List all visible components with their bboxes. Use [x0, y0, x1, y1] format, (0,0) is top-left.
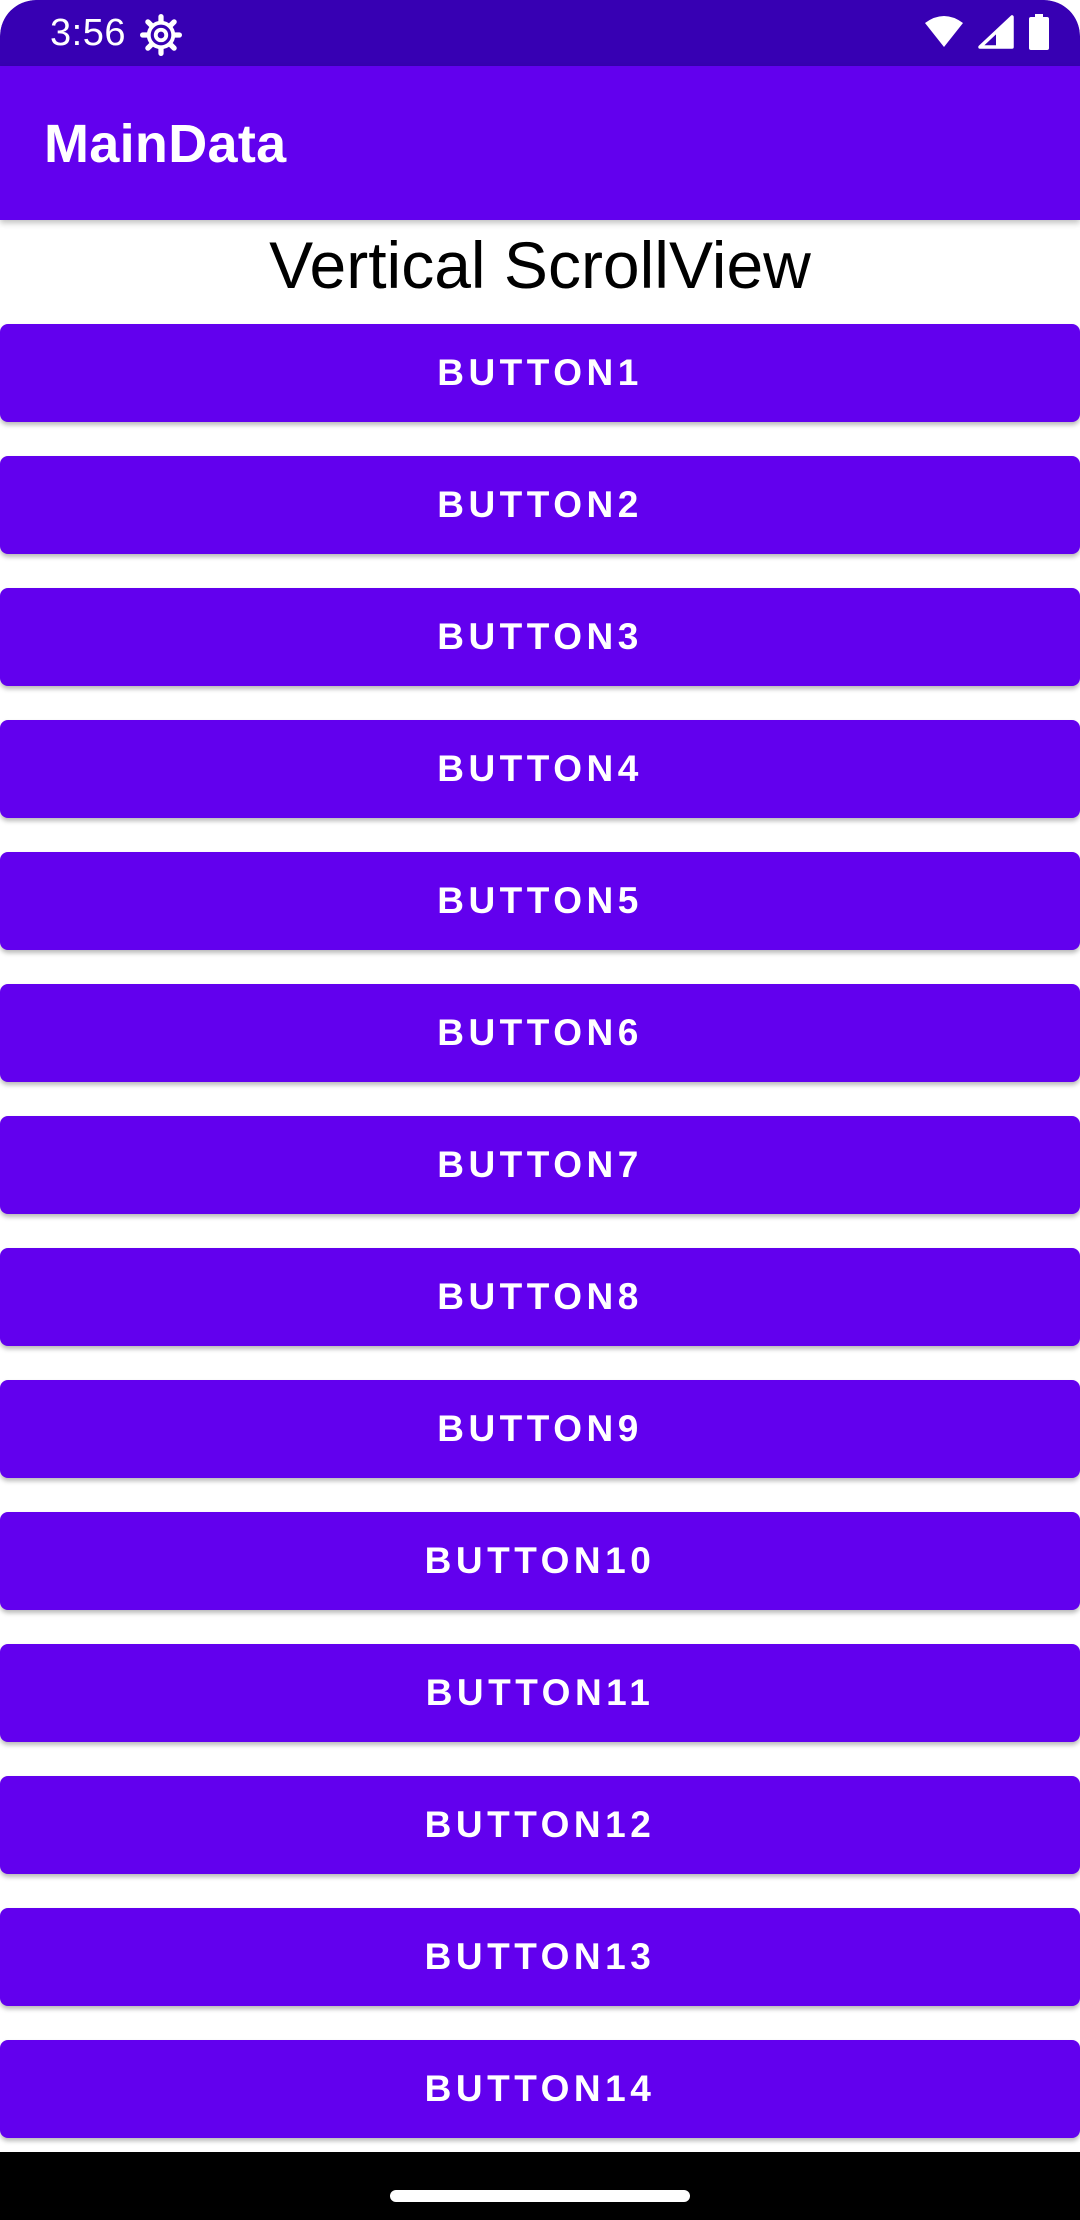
settings-gear-icon: [140, 14, 182, 56]
wifi-icon: [924, 15, 964, 54]
button-6[interactable]: BUTTON6: [0, 984, 1080, 1082]
button-8[interactable]: BUTTON8: [0, 1248, 1080, 1346]
button-3[interactable]: BUTTON3: [0, 588, 1080, 686]
button-5[interactable]: BUTTON5: [0, 852, 1080, 950]
phone-screen: 3:56 MainData Vertical ScrollView BUTTON…: [0, 0, 1080, 2220]
battery-icon: [1028, 13, 1050, 55]
button-10[interactable]: BUTTON10: [0, 1512, 1080, 1610]
button-12[interactable]: BUTTON12: [0, 1776, 1080, 1874]
status-time: 3:56: [50, 12, 126, 54]
button-14[interactable]: BUTTON14: [0, 2040, 1080, 2138]
button-9[interactable]: BUTTON9: [0, 1380, 1080, 1478]
navigation-bar: [0, 2152, 1080, 2220]
button-4[interactable]: BUTTON4: [0, 720, 1080, 818]
status-bar: 3:56: [0, 0, 1080, 66]
button-1[interactable]: BUTTON1: [0, 324, 1080, 422]
button-13[interactable]: BUTTON13: [0, 1908, 1080, 2006]
app-title: MainData: [44, 114, 287, 174]
button-7[interactable]: BUTTON7: [0, 1116, 1080, 1214]
page-heading: Vertical ScrollView: [269, 228, 811, 302]
home-gesture-handle[interactable]: [390, 2190, 690, 2202]
button-11[interactable]: BUTTON11: [0, 1644, 1080, 1742]
cell-signal-icon: [978, 14, 1014, 54]
status-icons: [924, 13, 1050, 55]
button-2[interactable]: BUTTON2: [0, 456, 1080, 554]
app-bar: MainData: [0, 66, 1080, 220]
vertical-scrollview[interactable]: BUTTON1 BUTTON2 BUTTON3 BUTTON4 BUTTON5 …: [0, 324, 1080, 2172]
